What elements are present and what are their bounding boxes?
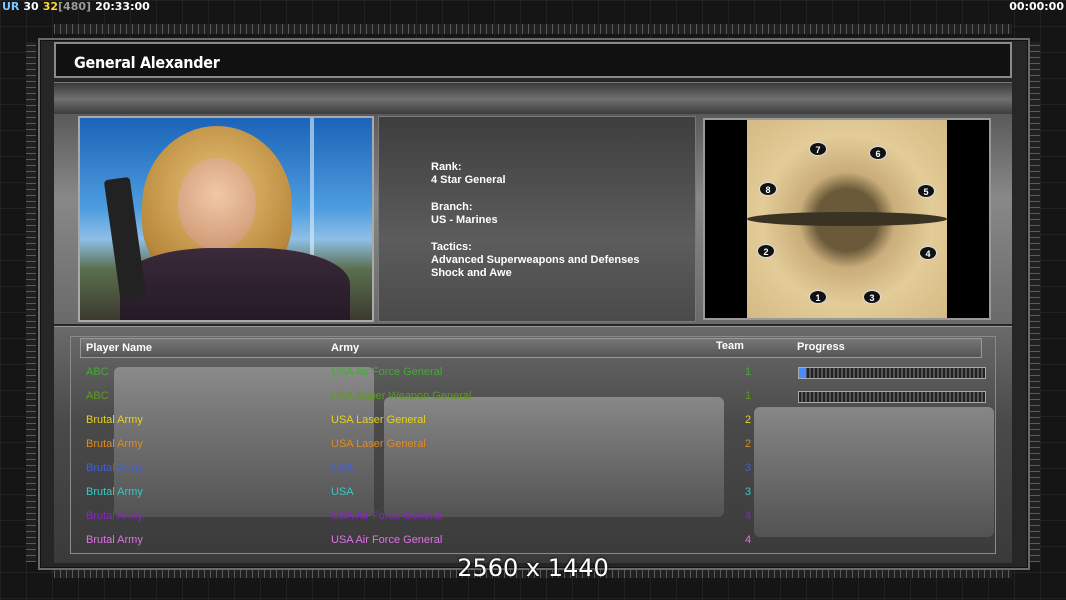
branch-label: Branch: — [431, 201, 473, 213]
hud-clock: 20:33:00 — [95, 0, 150, 13]
table-row: Brutal Army USA Laser General 2 — [0, 410, 1066, 434]
column-header-progress: Progress — [797, 341, 845, 353]
start-spot: 3 — [863, 290, 881, 304]
column-header-player: Player Name — [86, 342, 153, 354]
team-number: 1 — [745, 366, 752, 378]
general-portrait — [78, 116, 374, 322]
start-spot: 8 — [759, 182, 777, 196]
army-name: USA Air Force General — [331, 510, 443, 522]
army-name: USA Super Weapon General — [331, 390, 472, 402]
top-ruler — [54, 24, 1012, 34]
player-name: Brutal Army — [86, 510, 143, 522]
player-list-header — [80, 338, 982, 358]
player-name: Brutal Army — [86, 438, 143, 450]
decorative-band — [54, 82, 1012, 116]
tactics-line-2: Shock and Awe — [431, 267, 512, 279]
table-row: Brutal Army USA 3 — [0, 482, 1066, 506]
load-progress-bar — [798, 367, 986, 379]
title-bar: General Alexander — [54, 42, 1012, 78]
start-spot: 2 — [757, 244, 775, 258]
team-number: 1 — [745, 390, 752, 402]
portrait-face — [178, 158, 256, 250]
page-title: General Alexander — [74, 53, 220, 72]
start-spot: 6 — [869, 146, 887, 160]
tactics-block: Tactics: Advanced Superweapons and Defen… — [431, 241, 639, 280]
table-row: Brutal Army USA Air Force General 4 — [0, 506, 1066, 530]
hud-timer: 00:00:00 — [1009, 0, 1064, 13]
army-name: USA Laser General — [331, 414, 426, 426]
team-number: 2 — [745, 438, 752, 450]
portrait-body — [120, 248, 350, 320]
start-spot: 1 — [809, 290, 827, 304]
hud-fps: 30 — [23, 0, 39, 13]
rank-label: Rank: — [431, 161, 462, 173]
team-number: 4 — [745, 510, 752, 522]
map-river — [747, 212, 947, 226]
player-name: Brutal Army — [86, 534, 143, 546]
army-name: USA Air Force General — [331, 366, 443, 378]
table-row: Brutal Army USA Air Force General 4 — [0, 530, 1066, 554]
team-number: 3 — [745, 462, 752, 474]
team-number: 4 — [745, 534, 752, 546]
rank-block: Rank: 4 Star General — [431, 161, 506, 187]
hud-fps-3: [480] — [58, 0, 92, 13]
column-header-team: Team — [716, 340, 744, 352]
start-spot: 5 — [917, 184, 935, 198]
team-number: 3 — [745, 486, 752, 498]
tactics-label: Tactics: — [431, 241, 472, 253]
general-info-panel: Rank: 4 Star General Branch: US - Marine… — [378, 116, 696, 322]
branch-block: Branch: US - Marines — [431, 201, 498, 227]
team-number: 2 — [745, 414, 752, 426]
column-header-army: Army — [331, 342, 360, 354]
hud-ur: UR — [2, 0, 20, 13]
load-progress-fill — [799, 368, 807, 378]
hud-stats: UR 30 32[480] 20:33:00 — [2, 0, 150, 13]
load-progress-bar — [798, 391, 986, 403]
player-name: Brutal Army — [86, 486, 143, 498]
player-name: ABC — [86, 390, 109, 402]
table-row: ABC USA Air Force General 1 — [0, 362, 1066, 386]
start-spot: 4 — [919, 246, 937, 260]
player-name: ABC — [86, 366, 109, 378]
table-row: Brutal Army USA 3 — [0, 458, 1066, 482]
player-name: Brutal Army — [86, 414, 143, 426]
resolution-watermark: 2560 x 1440 — [457, 554, 609, 582]
branch-value: US - Marines — [431, 214, 498, 226]
player-name: Brutal Army — [86, 462, 143, 474]
map-preview: 1 2 3 4 5 6 7 8 — [703, 118, 991, 320]
table-row: Brutal Army USA Laser General 2 — [0, 434, 1066, 458]
start-spot: 7 — [809, 142, 827, 156]
tactics-line-1: Advanced Superweapons and Defenses — [431, 254, 640, 266]
rank-value: 4 Star General — [431, 174, 506, 186]
army-name: USA — [331, 462, 354, 474]
army-name: USA Laser General — [331, 438, 426, 450]
army-name: USA Air Force General — [331, 534, 443, 546]
pistol-icon — [103, 176, 147, 300]
army-name: USA — [331, 486, 354, 498]
table-row: ABC USA Super Weapon General 1 — [0, 386, 1066, 410]
hud-fps-2: 32 — [42, 0, 59, 13]
